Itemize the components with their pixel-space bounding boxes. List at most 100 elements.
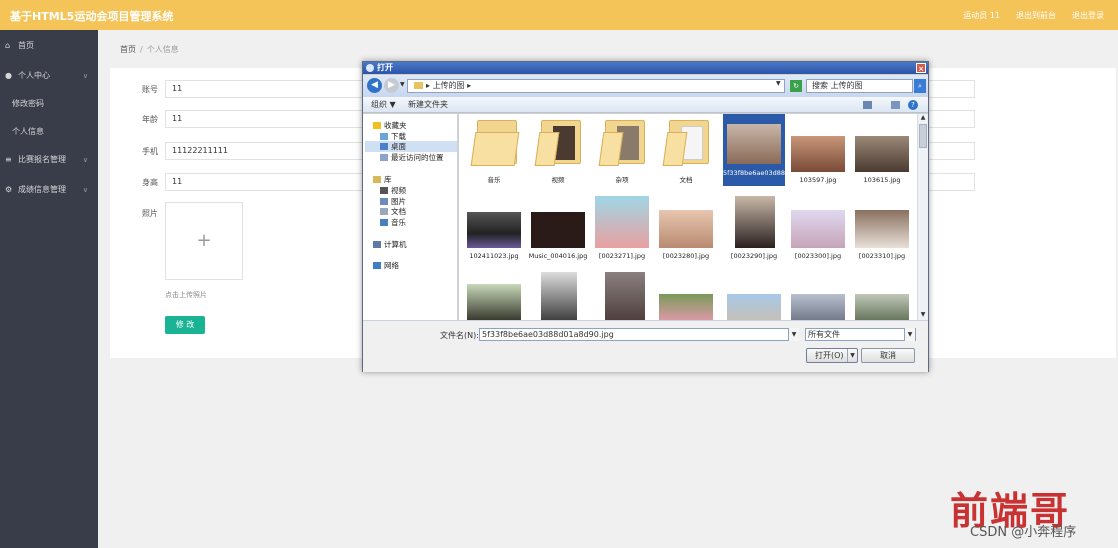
image-thumbnail [659,294,713,320]
nav-label: 桌面 [391,142,406,151]
close-icon[interactable]: × [916,63,926,73]
nav-favorites[interactable]: 收藏夹 [373,120,407,131]
file-name-label: 文件名(N): [440,331,479,340]
age-label: 年龄 [142,115,158,124]
file-type-dropdown-icon[interactable]: ▼ [904,328,915,341]
open-button-label: 打开(O) [815,351,844,360]
breadcrumb-separator: / [140,45,143,54]
search-input[interactable]: 搜索 上传的图 [806,79,913,93]
new-folder-button[interactable]: 新建文件夹 [408,97,448,113]
gear-icon: ⚙ [5,185,13,194]
nav-libraries[interactable]: 库 [373,174,392,185]
file-name: 5f33f8be6ae03d88d01a8d90.jpg [723,169,831,177]
folder-icon [414,82,423,89]
sidebar-item-registration[interactable]: ≡ 比赛报名管理 ∨ [0,146,98,174]
preview-pane-icon[interactable] [891,101,900,109]
star-icon [373,122,381,129]
top-bar: 基于HTML5运动会项目管理系统 运动员 11 退出到前台 退出登录 [0,0,1118,30]
file-name: [0023271].jpg [598,252,646,260]
folder-icon [659,120,713,172]
phone-label: 手机 [142,147,158,156]
nav-computer[interactable]: 计算机 [373,239,407,250]
video-icon [380,187,388,194]
image-thumbnail [791,294,845,320]
dialog-app-icon [366,64,374,72]
submit-button[interactable]: 修 改 [165,316,205,334]
image-thumbnail [791,210,845,248]
sidebar-item-label: 首页 [18,41,34,50]
scroll-down-icon[interactable]: ▼ [918,311,928,320]
folder-icon [595,120,649,172]
file-type-select[interactable]: 所有文件 [805,328,916,341]
home-icon: ⌂ [5,41,11,50]
back-arrow-icon[interactable]: ◀ [367,78,382,93]
nav-label: 视频 [391,186,406,195]
nav-music[interactable]: 音乐 [380,217,406,228]
breadcrumb-home[interactable]: 首页 [120,45,136,54]
cancel-button[interactable]: 取消 [861,348,915,363]
breadcrumb-current: 个人信息 [146,45,179,54]
image-thumbnail [541,272,577,320]
history-dropdown-icon[interactable]: ▼ [400,81,405,88]
search-icon[interactable]: ⌕ [914,79,926,93]
nav-documents[interactable]: 文档 [380,206,406,217]
chevron-down-icon: ∨ [82,186,88,194]
organize-button[interactable]: 组织 ▼ [371,97,396,113]
file-name: 103615.jpg [863,176,901,184]
nav-label: 计算机 [384,240,407,249]
sidebar-item-personal-center[interactable]: ● 个人中心 ∨ [0,62,98,90]
scroll-up-icon[interactable]: ▲ [918,114,928,123]
file-name: [0023280].jpg [662,252,710,260]
file-name: 音乐 [487,176,501,184]
help-icon[interactable]: ? [908,100,918,110]
file-name: 视频 [551,176,565,184]
forward-arrow-icon[interactable]: ▶ [384,78,399,93]
go-frontend-link[interactable]: 退出到前台 [1016,10,1056,21]
refresh-icon[interactable]: ↻ [790,80,802,92]
nav-recent[interactable]: 最近访问的位置 [380,152,444,163]
file-pane-scrollbar[interactable]: ▲ ▼ [917,114,928,320]
image-thumbnail [727,294,781,320]
image-thumbnail [659,210,713,248]
open-button[interactable]: 打开(O) ▼ [806,348,858,363]
height-label: 身高 [142,178,158,187]
watermark-text: CSDN @小奔程序 [970,525,1077,540]
address-dropdown-icon[interactable]: ▼ [776,80,781,87]
nav-network[interactable]: 网络 [373,260,399,271]
file-name-input[interactable]: 5f33f8be6ae03d88d01a8d90.jpg [479,328,799,341]
file-list-pane: 音乐 视频 杂项 文档 5f33f8be6ae03d88d01a8d90.jpg… [459,114,917,320]
download-icon [380,133,388,140]
recent-places-icon [380,154,388,161]
sidebar-subitem-change-password[interactable]: 修改密码 [0,90,98,118]
address-row: ◀ ▶ ▼ ▸ 上传的图 ▸ ▼ ↻ 搜索 上传的图 ⌕ [363,75,928,97]
logout-link[interactable]: 退出登录 [1072,10,1104,21]
view-options-icon[interactable] [863,101,872,109]
chevron-down-icon: ∨ [82,72,88,80]
list-icon: ≡ [5,155,12,164]
open-split-dropdown-icon[interactable]: ▼ [847,349,857,362]
sidebar-item-scores[interactable]: ⚙ 成绩信息管理 ∨ [0,176,98,204]
photo-label: 照片 [142,209,158,218]
breadcrumb: 首页 / 个人信息 [120,44,179,55]
sidebar-item-home[interactable]: ⌂ 首页 [0,32,98,60]
scroll-thumb[interactable] [919,124,927,148]
upload-hint: 点击上传照片 [165,291,207,299]
dialog-title-bar[interactable]: 打开 × [363,62,928,74]
image-thumbnail [791,136,845,172]
file-name: [0023290].jpg [730,252,778,260]
current-user: 运动员 11 [963,11,1000,20]
image-thumbnail [531,212,585,248]
address-bar[interactable]: ▸ 上传的图 ▸ [407,79,785,93]
file-name-dropdown-icon[interactable]: ▼ [788,328,799,341]
nav-desktop[interactable]: 桌面 [365,141,457,152]
sidebar: ⌂ 首页 ● 个人中心 ∨ 修改密码 个人信息 ≡ 比赛报名管理 ∨ ⚙ 成绩信… [0,30,98,548]
picture-icon [380,198,388,205]
computer-icon [373,241,381,248]
navigation-pane: 收藏夹 下载 桌面 最近访问的位置 库 视频 图片 文档 音乐 计算机 网络 [363,114,458,320]
nav-videos[interactable]: 视频 [380,185,406,196]
image-thumbnail [467,212,521,248]
photo-upload-box[interactable]: + [165,202,243,280]
sidebar-subitem-personal-info[interactable]: 个人信息 [0,118,98,146]
image-thumbnail [467,284,521,320]
folder-icon [531,120,585,172]
